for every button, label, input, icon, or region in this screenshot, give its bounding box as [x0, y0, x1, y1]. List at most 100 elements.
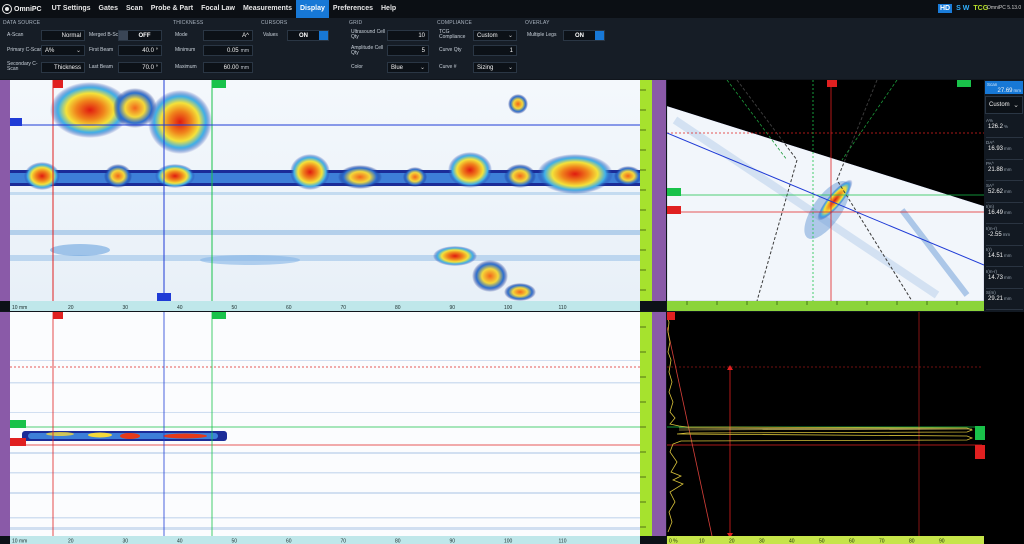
color-row: Color: [351, 62, 363, 73]
a-scan-view[interactable]: 0 % 10 20 30 40 50 60 70 80 90: [667, 312, 1024, 544]
b-scan-right-ruler[interactable]: [640, 312, 652, 536]
b-scan-scan-ruler[interactable]: [10, 536, 640, 544]
b-scan-view[interactable]: 10 mm 20 30 40 50 60 70 80 90 100 110: [0, 312, 666, 544]
c-scan-indication: [338, 165, 382, 189]
hd-badge[interactable]: HD: [938, 4, 953, 13]
s-scan-canvas[interactable]: [667, 80, 984, 311]
c-scan-tick-label: 60: [286, 305, 292, 311]
secondary-cscan-select[interactable]: Thickness: [41, 62, 85, 73]
readout-item[interactable]: I(r) 14.51mm: [986, 247, 1023, 267]
c-scan-amplitude-ruler[interactable]: [652, 80, 666, 301]
readout-item[interactable]: A% 126.2%: [986, 118, 1023, 138]
c-scan-indication: [24, 162, 60, 190]
menu-gates[interactable]: Gates: [95, 0, 122, 18]
b-scan-canvas[interactable]: 10 mm 20 30 40 50 60 70 80 90 100 110: [0, 312, 666, 544]
a-scan-canvas[interactable]: 0 % 10 20 30 40 50 60 70 80 90: [667, 312, 1024, 544]
readout-item[interactable]: S(m) 29.21mm: [986, 290, 1023, 310]
readout-item[interactable]: SA^ 52.62mm: [986, 183, 1023, 203]
measurement-readouts: Scan 27.69mm Custom ⌄ A% 126.2% DA^ 16.93mm…: [984, 80, 1024, 336]
tcg-compliance-select[interactable]: Custom ⌄: [473, 30, 517, 41]
c-scan-indication: [537, 154, 613, 194]
c-scan-indication: [433, 246, 477, 266]
c-scan-scan-handle[interactable]: [157, 293, 171, 301]
menu-help[interactable]: Help: [377, 0, 400, 18]
c-scan-canvas[interactable]: 10 mm 20 30 40 50 60 70 80 90 100 110: [0, 80, 666, 311]
cursor-values-value: ON: [299, 32, 308, 39]
readout-item[interactable]: DA^ 16.93mm: [986, 140, 1023, 160]
c-scan-indication: [104, 164, 132, 188]
readout-preset-select[interactable]: Custom ⌄: [985, 96, 1023, 114]
menu-ut-settings[interactable]: UT Settings: [48, 0, 95, 18]
tcg-badge[interactable]: TCG: [973, 5, 988, 12]
first-beam-input[interactable]: 40.0 °: [118, 45, 162, 56]
c-scan-left-ruler[interactable]: [0, 80, 10, 301]
b-scan-amplitude-ruler[interactable]: [652, 312, 666, 536]
readout-item[interactable]: I(m)16.49mm: [986, 204, 1023, 224]
curve-qty-input[interactable]: 1: [473, 45, 517, 56]
curve-num-select[interactable]: Sizing ⌄: [473, 62, 517, 73]
green-cursor-handle[interactable]: [212, 80, 226, 88]
b-scan-green-handle[interactable]: [212, 312, 226, 319]
menu-measurements[interactable]: Measurements: [239, 0, 296, 18]
multiple-legs-toggle[interactable]: ON: [563, 30, 605, 41]
a-scan-red-gate-tag[interactable]: [975, 445, 985, 459]
mode-row: Mode: [175, 30, 188, 41]
c-scan-view[interactable]: 10 mm 20 30 40 50 60 70 80 90 100 110: [0, 80, 666, 311]
c-scan-tick-label: 50: [232, 305, 238, 311]
b-scan-left-ruler[interactable]: [0, 312, 10, 536]
last-beam-input[interactable]: 70.0 °: [118, 62, 162, 73]
a-scan-green-gate-tag[interactable]: [975, 426, 985, 440]
c-scan-right-ruler[interactable]: [640, 80, 652, 301]
s-scan-red-handle[interactable]: [827, 80, 837, 87]
readout-item[interactable]: PA^ 21.88mm: [986, 161, 1023, 181]
cursor-values-toggle[interactable]: ON: [287, 30, 329, 41]
mode-select[interactable]: A^: [203, 30, 253, 41]
compliance-title: COMPLIANCE: [437, 20, 473, 26]
merged-bscan-toggle[interactable]: OFF: [118, 30, 162, 41]
grid-section: GRID Ultrasound Cell Qty 10 Amplitude Ce…: [349, 20, 431, 78]
menu-preferences[interactable]: Preferences: [329, 0, 377, 18]
s-scan-green-handle[interactable]: [957, 80, 971, 87]
a-scan-red-handle[interactable]: [667, 312, 675, 320]
c-scan-start-label: 10 mm: [12, 305, 27, 311]
maximum-value: 60.00: [223, 64, 239, 71]
a-scan-select[interactable]: Normal: [41, 30, 85, 41]
b-scan-red-gate-handle[interactable]: [10, 438, 26, 446]
menu-focal-law[interactable]: Focal Law: [197, 0, 239, 18]
grid-color-select[interactable]: Blue ⌄: [387, 62, 429, 73]
b-scan-green-gate-handle[interactable]: [10, 420, 26, 428]
menu-scan[interactable]: Scan: [122, 0, 147, 18]
menu-display[interactable]: Display: [296, 0, 329, 18]
b-scan-tick-label: 50: [232, 539, 238, 544]
readout-value: 21.88: [988, 167, 1004, 173]
c-scan-indication: [403, 167, 427, 187]
minimum-input[interactable]: 0.05 mm: [203, 45, 253, 56]
sw-badge[interactable]: S W: [956, 5, 969, 12]
readout-unit: mm: [1004, 296, 1012, 301]
c-scan-index-handle[interactable]: [10, 118, 22, 126]
readout-unit: mm: [1004, 167, 1012, 172]
app-logo[interactable]: OmniPC: [3, 5, 42, 13]
last-beam-value: 70.0 °: [142, 64, 158, 71]
red-cursor-handle[interactable]: [53, 80, 63, 88]
s-scan-bottom-ruler[interactable]: [667, 301, 984, 311]
menu-probe-part[interactable]: Probe & Part: [147, 0, 197, 18]
s-scan-view[interactable]: [667, 80, 984, 311]
tcg-label: TCG Compliance: [439, 29, 466, 40]
readout-item[interactable]: I(m-r) -2.55mm: [986, 226, 1023, 246]
primary-cscan-select[interactable]: A% ⌄: [41, 45, 85, 56]
readout-unit: mm: [1004, 274, 1012, 280]
scan-readout[interactable]: Scan 27.69mm: [985, 81, 1023, 94]
primary-cscan-row: Primary C-Scan: [7, 45, 42, 56]
a-scan-amplitude-ruler[interactable]: [667, 536, 984, 544]
ut-cell-input[interactable]: 10: [387, 30, 429, 41]
s-scan-red-gate-handle[interactable]: [667, 206, 681, 214]
s-scan-green-gate-handle[interactable]: [667, 188, 681, 196]
c-scan-scan-ruler[interactable]: [10, 301, 640, 311]
maximum-input[interactable]: 60.00 mm: [203, 62, 253, 73]
b-scan-red-handle[interactable]: [53, 312, 63, 319]
readout-item[interactable]: I(m-r) 14.73mm: [986, 269, 1023, 289]
grid-title: GRID: [349, 20, 363, 26]
amp-cell-input[interactable]: 5: [387, 45, 429, 56]
chevron-down-icon: ⌄: [507, 65, 513, 71]
